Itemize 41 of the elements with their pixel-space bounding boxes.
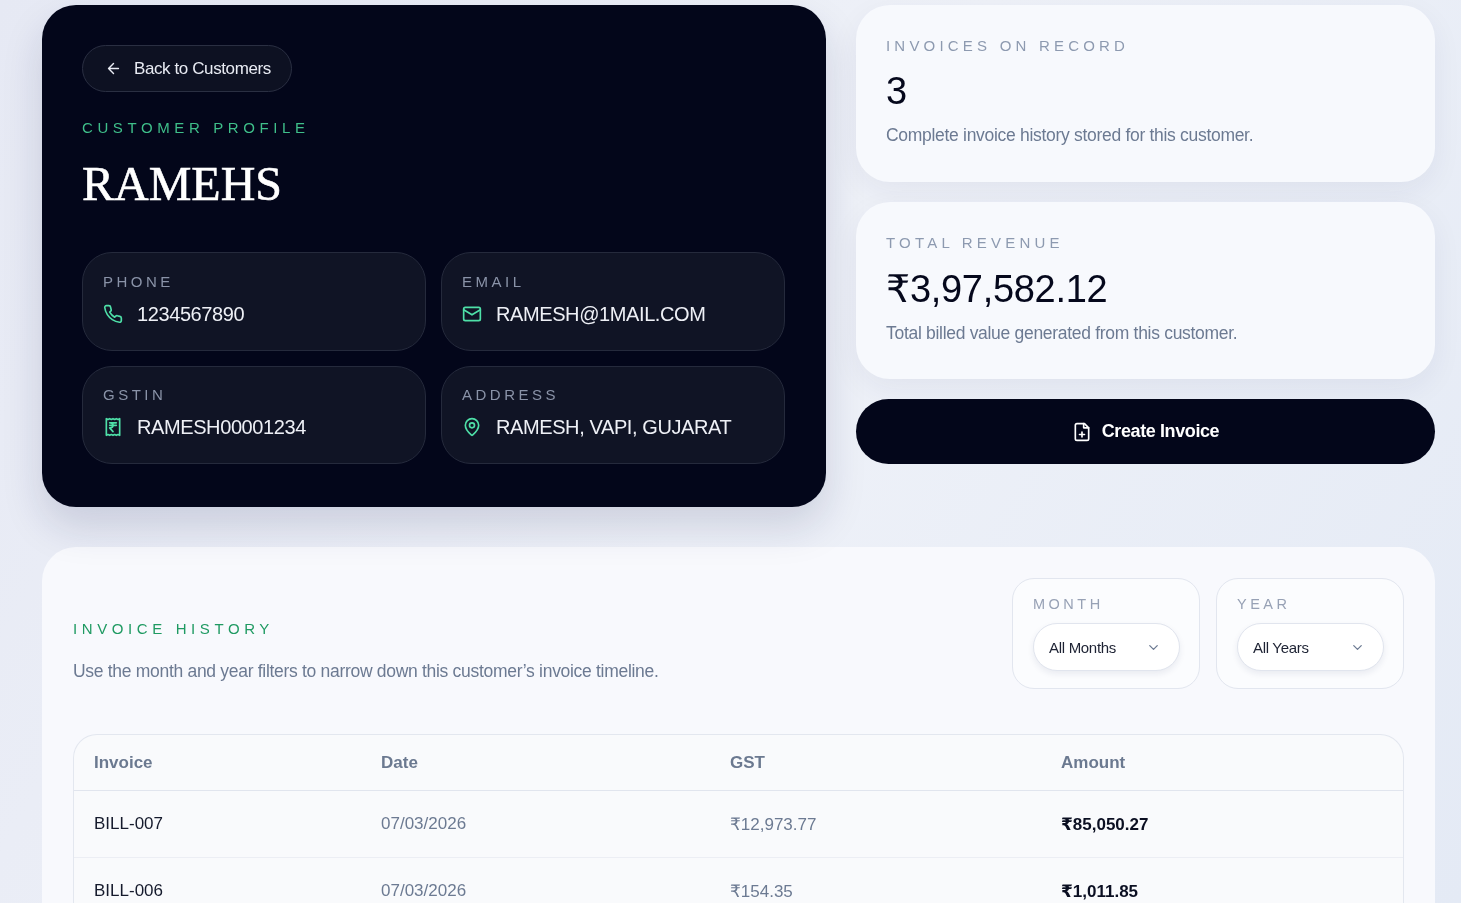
table-cell: BILL-006 xyxy=(74,857,361,903)
field-label: GSTIN xyxy=(103,385,168,403)
field-value: 1234567890 xyxy=(137,302,245,326)
stat-label: TOTAL REVENUE xyxy=(886,234,1065,251)
filter-label: YEAR xyxy=(1237,596,1292,612)
section-label: CUSTOMER PROFILE xyxy=(82,119,311,136)
field-value: RAMESH@1MAIL.COM xyxy=(496,302,706,326)
field-value: RAMESH, VAPI, GUJARAT xyxy=(496,415,732,439)
map-pin-icon xyxy=(462,417,482,438)
stat-description: Complete invoice history stored for this customer. xyxy=(886,125,1255,146)
column-header: Invoice xyxy=(74,735,361,791)
section-description: Use the month and year filters to narrow down this customer’s invoice timeline. xyxy=(73,661,659,682)
back-button[interactable]: Back to Customers xyxy=(82,45,292,92)
table-cell: 07/03/2026 xyxy=(361,857,710,903)
filter-label: MONTH xyxy=(1033,596,1105,612)
table-cell: ₹154.35 xyxy=(710,857,1041,903)
receipt-icon xyxy=(103,417,123,438)
column-header: Date xyxy=(361,735,710,791)
dropdown[interactable]: All Years xyxy=(1237,623,1384,671)
stat-value: 3 xyxy=(886,70,908,113)
field-value: RAMESH00001234 xyxy=(137,415,306,439)
column-header: GST xyxy=(710,735,1041,791)
stat-description: Total billed value generated from this customer. xyxy=(886,323,1239,344)
table-cell: 07/03/2026 xyxy=(361,790,710,858)
field-label: EMAIL xyxy=(462,272,526,290)
table-cell: ₹12,973.77 xyxy=(710,790,1041,858)
dropdown[interactable]: All Months xyxy=(1033,623,1180,671)
table-cell: ₹85,050.27 xyxy=(1041,790,1403,858)
phone-icon xyxy=(103,304,123,325)
stat-label: INVOICES ON RECORD xyxy=(886,37,1131,54)
section-label: INVOICE HISTORY xyxy=(73,620,275,637)
mail-icon xyxy=(462,304,482,325)
back-arrow-icon xyxy=(105,60,122,77)
customer-name: RAMEHS xyxy=(82,158,284,211)
stat-value: ₹3,97,582.12 xyxy=(886,267,1109,311)
column-header: Amount xyxy=(1041,735,1403,791)
field-label: ADDRESS xyxy=(462,385,561,403)
table-cell: BILL-007 xyxy=(74,790,361,858)
table-cell: ₹1,011.85 xyxy=(1041,857,1403,903)
create-invoice-button[interactable]: Create Invoice xyxy=(856,399,1435,464)
field-label: PHONE xyxy=(103,272,175,290)
